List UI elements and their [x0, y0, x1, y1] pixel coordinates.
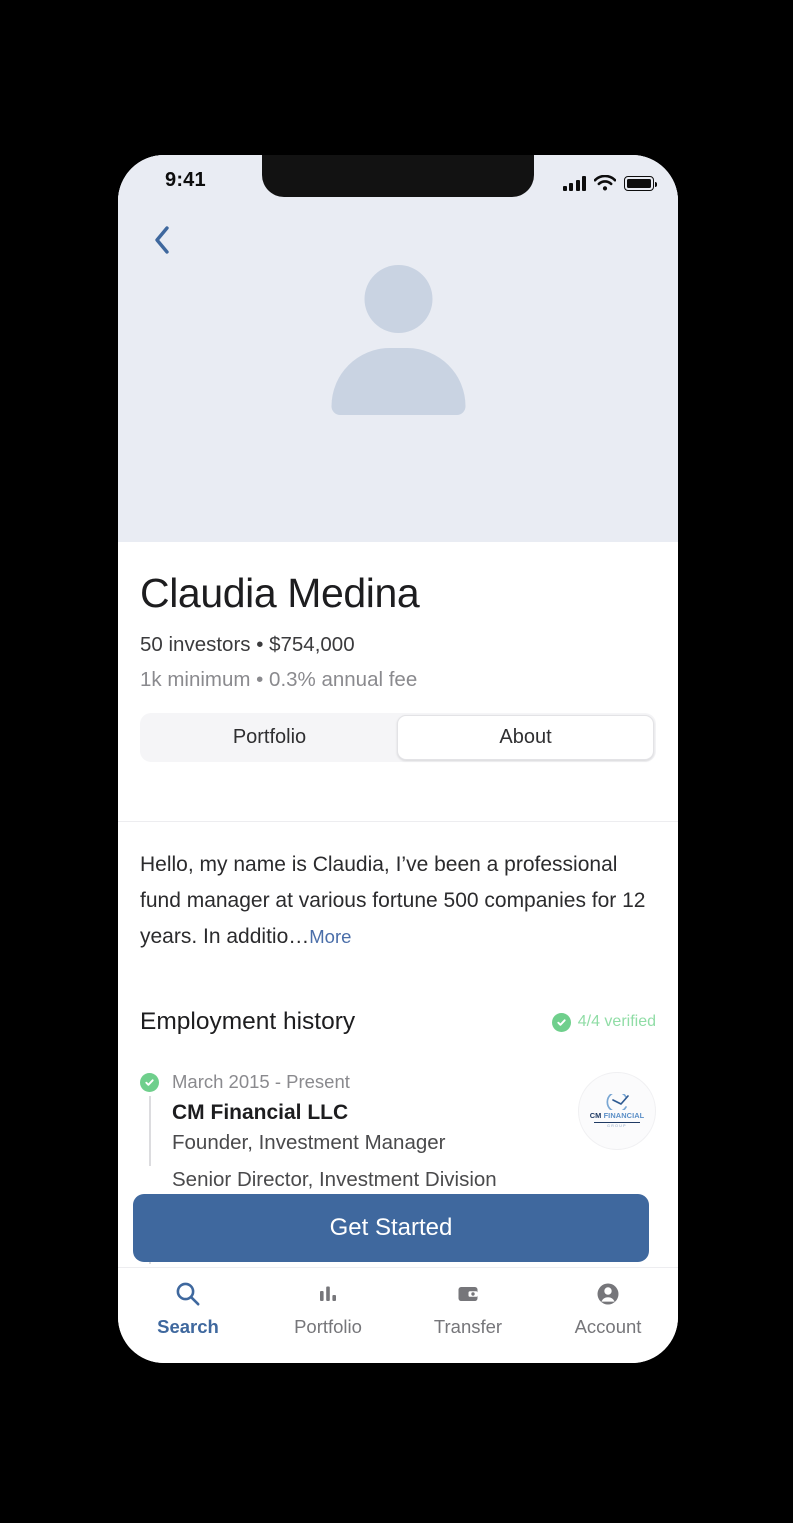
employment-section-header: Employment history 4/4 verified [140, 1008, 656, 1036]
search-icon [175, 1280, 201, 1308]
logo-rule [594, 1122, 640, 1123]
tab-portfolio-label: Portfolio [294, 1316, 362, 1337]
tab-portfolio[interactable]: Portfolio [142, 715, 397, 760]
check-circle-icon [140, 1073, 159, 1092]
check-circle-icon [551, 1012, 571, 1032]
tab-transfer[interactable]: Transfer [398, 1280, 538, 1338]
tab-portfolio[interactable]: Portfolio [258, 1280, 398, 1338]
back-button[interactable] [140, 218, 184, 262]
bar-chart-icon [315, 1280, 341, 1308]
display-notch [262, 155, 534, 197]
status-time: 9:41 [165, 169, 206, 191]
investor-stats: 50 investors • $754,000 [140, 633, 355, 657]
tab-about[interactable]: About [397, 715, 654, 761]
verified-count-label: 4/4 verified [577, 1013, 656, 1030]
verified-badge: 4/4 verified [551, 1012, 656, 1032]
employment-role: Senior Director, Investment Division [172, 1168, 497, 1191]
tab-search[interactable]: Search [118, 1280, 258, 1338]
bio-text-block: Hello, my name is Claudia, I’ve been a p… [140, 847, 646, 955]
get-started-button[interactable]: Get Started [133, 1194, 649, 1262]
battery-icon [624, 176, 657, 191]
avatar-body-shape [331, 348, 465, 415]
fee-stats: 1k minimum • 0.3% annual fee [140, 668, 418, 692]
person-placeholder-avatar [331, 265, 466, 415]
employment-section-title: Employment history [140, 1008, 356, 1035]
tab-transfer-label: Transfer [433, 1316, 503, 1337]
screen-background: 9:41 Claudia Medina 50 investors • $754,… [0, 0, 793, 1523]
logo-text-cm: CM [589, 1111, 602, 1120]
chevron-left-icon [155, 226, 169, 254]
logo-text-financial: FINANCIAL [603, 1111, 645, 1120]
profile-header [118, 155, 678, 542]
bio-text: Hello, my name is Claudia, I’ve been a p… [140, 853, 646, 949]
swoosh-arc-icon [606, 1094, 629, 1110]
more-link[interactable]: More [309, 926, 351, 947]
tab-account-label: Account [574, 1316, 642, 1337]
section-divider [118, 821, 678, 822]
wallet-icon [455, 1280, 481, 1308]
status-icons [562, 171, 657, 191]
logo-text-group: GROUP [607, 1124, 627, 1128]
segmented-control: Portfolio About [140, 713, 656, 763]
employment-role: Founder, Investment Manager [172, 1131, 446, 1155]
tab-account[interactable]: Account [538, 1280, 678, 1338]
profile-info-block: Claudia Medina 50 investors • $754,000 1… [118, 542, 678, 763]
status-bar: 9:41 [118, 155, 678, 213]
wifi-icon [594, 175, 616, 191]
timeline-line [149, 1096, 151, 1166]
phone-frame: 9:41 Claudia Medina 50 investors • $754,… [118, 155, 678, 1363]
avatar-head-shape [364, 265, 432, 333]
tab-search-label: Search [157, 1316, 219, 1337]
cellular-signal-icon [562, 176, 586, 191]
person-circle-icon [595, 1280, 621, 1308]
employment-entry[interactable]: March 2015 - Present CM Financial LLC Fo… [140, 1070, 656, 1166]
page-title: Claudia Medina [140, 570, 420, 616]
company-logo: CM FINANCIAL GROUP [578, 1072, 656, 1150]
bottom-tab-bar: Search Portfolio Transfer Account [118, 1267, 678, 1363]
